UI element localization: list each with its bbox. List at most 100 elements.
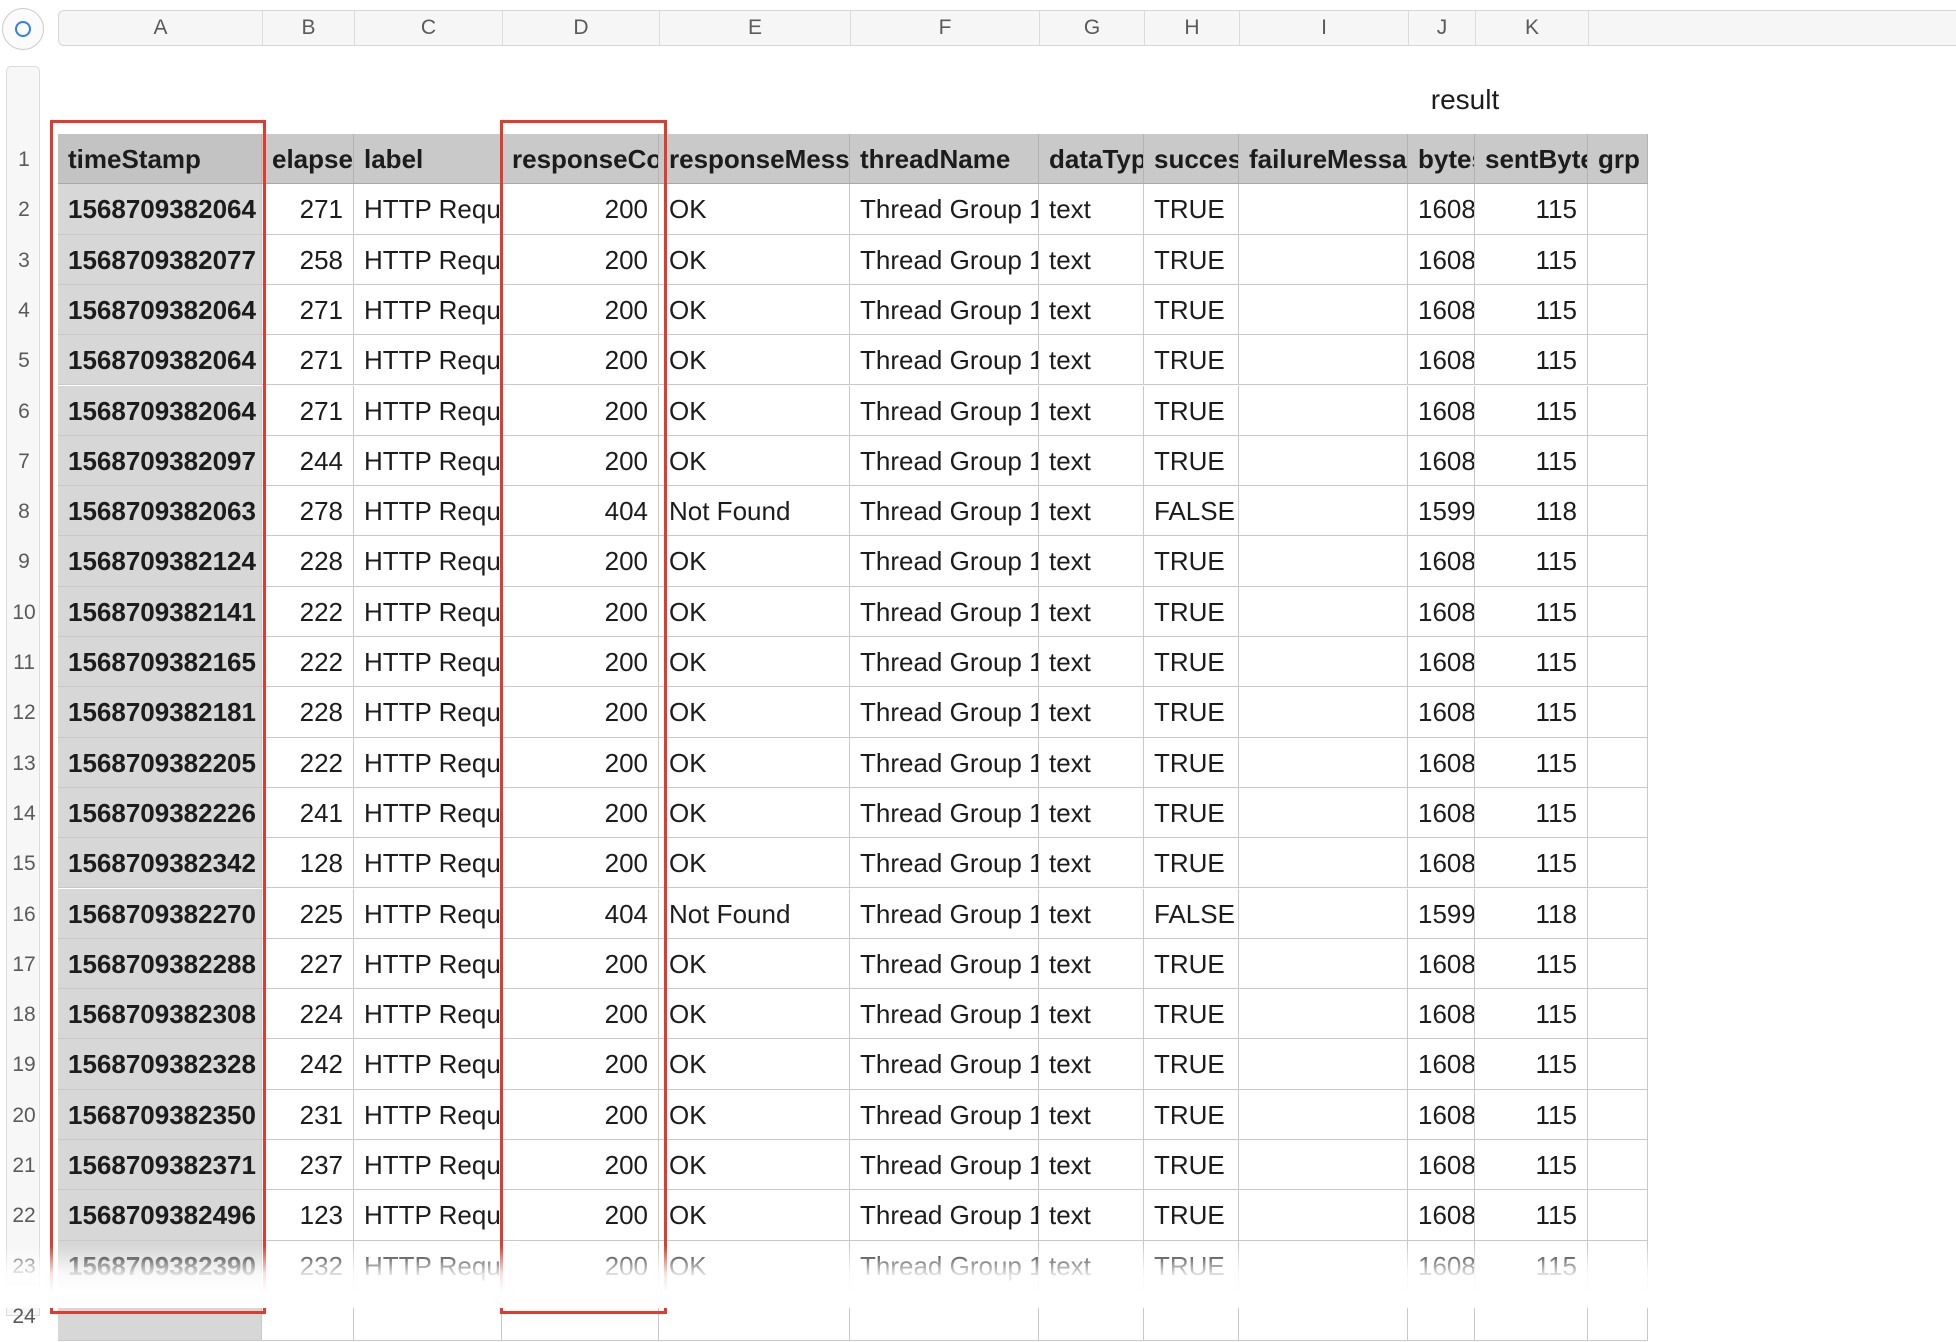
table-cell[interactable] [1588, 1039, 1648, 1090]
table-cell[interactable] [1588, 737, 1648, 788]
table-cell[interactable]: Thread Group 1-9 [850, 536, 1039, 587]
table-cell[interactable]: 1608 [1408, 787, 1475, 839]
table-cell[interactable]: HTTP Request [354, 838, 502, 889]
table-cell[interactable]: 1608 [1408, 536, 1475, 587]
table-cell[interactable]: text [1039, 184, 1144, 235]
table-cell[interactable]: HTTP Request [354, 536, 502, 587]
row-number-5[interactable]: 5 [7, 336, 41, 386]
table-cell[interactable]: HTTP Request [354, 687, 502, 738]
table-cell[interactable] [1588, 586, 1648, 637]
table-cell[interactable]: 1568709382328 [58, 1039, 262, 1090]
table-cell[interactable] [1239, 586, 1408, 637]
table-cell[interactable]: 228 [262, 687, 354, 738]
table-cell[interactable]: 222 [262, 586, 354, 637]
sheet-title[interactable]: result [1180, 80, 1750, 120]
table-cell[interactable]: 115 [1475, 989, 1588, 1040]
table-cell[interactable]: 1568709382350 [58, 1089, 262, 1140]
table-cell[interactable]: text [1039, 1140, 1144, 1191]
header-cell-elapsed[interactable]: elapsed [262, 134, 354, 185]
table-cell[interactable]: 231 [262, 1089, 354, 1140]
table-cell[interactable]: OK [659, 737, 850, 788]
table-cell[interactable] [1588, 486, 1648, 537]
table-cell[interactable]: Thread Group 1-3 [850, 335, 1039, 386]
table-cell[interactable] [1588, 184, 1648, 235]
table-cell[interactable]: 200 [502, 637, 659, 688]
table-cell[interactable]: 200 [502, 838, 659, 889]
row-number-6[interactable]: 6 [7, 387, 41, 437]
table-cell[interactable]: text [1039, 385, 1144, 436]
table-cell[interactable]: Thread Group 1-10 [850, 586, 1039, 637]
table-cell[interactable]: Thread Group 1-1 [850, 385, 1039, 436]
table-cell[interactable]: 200 [502, 536, 659, 587]
table-cell[interactable]: 115 [1475, 234, 1588, 285]
table-cell[interactable]: 1568709382270 [58, 888, 262, 939]
table-cell[interactable] [1588, 335, 1648, 386]
table-cell[interactable]: 1568709382308 [58, 989, 262, 1040]
table-cell[interactable]: 200 [502, 184, 659, 235]
table-cell[interactable] [1588, 1089, 1648, 1140]
table-cell[interactable]: 123 [262, 1190, 354, 1241]
table-cell[interactable]: TRUE [1144, 989, 1239, 1040]
table-cell[interactable]: HTTP Request [354, 989, 502, 1040]
select-all-circle-icon[interactable] [2, 8, 44, 50]
row-number-8[interactable]: 8 [7, 487, 41, 537]
table-cell[interactable]: text [1039, 1190, 1144, 1241]
table-cell[interactable]: text [1039, 637, 1144, 688]
table-cell[interactable]: OK [659, 284, 850, 336]
table-cell[interactable]: 1608 [1408, 838, 1475, 889]
table-cell[interactable]: OK [659, 1190, 850, 1241]
table-cell[interactable]: TRUE [1144, 586, 1239, 637]
table-cell[interactable]: 1608 [1408, 737, 1475, 788]
table-cell[interactable] [1239, 1140, 1408, 1191]
table-cell[interactable]: OK [659, 1039, 850, 1090]
table-cell[interactable]: 115 [1475, 787, 1588, 839]
table-cell[interactable]: TRUE [1144, 637, 1239, 688]
table-cell[interactable] [1239, 687, 1408, 738]
table-cell[interactable]: 1608 [1408, 284, 1475, 336]
row-number-16[interactable]: 16 [7, 890, 41, 940]
table-cell[interactable]: 1568709382288 [58, 938, 262, 990]
table-cell[interactable]: text [1039, 284, 1144, 336]
header-cell-failuremessage[interactable]: failureMessage [1239, 134, 1408, 185]
table-cell[interactable] [1239, 385, 1408, 436]
column-letter-d[interactable]: D [503, 11, 660, 45]
table-cell[interactable]: text [1039, 536, 1144, 587]
table-cell[interactable]: TRUE [1144, 1140, 1239, 1191]
table-cell[interactable]: 1608 [1408, 335, 1475, 386]
table-cell[interactable]: Not Found [659, 486, 850, 537]
table-cell[interactable]: 200 [502, 586, 659, 637]
header-cell-success[interactable]: success [1144, 134, 1239, 185]
table-cell[interactable]: OK [659, 989, 850, 1040]
table-cell[interactable] [1239, 284, 1408, 336]
table-cell[interactable]: 258 [262, 234, 354, 285]
table-cell[interactable]: HTTP Request [354, 1190, 502, 1241]
table-cell[interactable]: FALSE [1144, 486, 1239, 537]
table-cell[interactable]: 1568709382165 [58, 637, 262, 688]
table-cell[interactable]: Thread Group 1-20 [850, 1089, 1039, 1140]
table-cell[interactable]: 224 [262, 989, 354, 1040]
column-letter-h[interactable]: H [1145, 11, 1240, 45]
row-number-12[interactable]: 12 [7, 688, 41, 738]
table-cell[interactable]: FALSE [1144, 888, 1239, 939]
table-cell[interactable]: 1608 [1408, 385, 1475, 436]
table-cell[interactable]: 244 [262, 435, 354, 487]
table-cell[interactable]: OK [659, 687, 850, 738]
table-cell[interactable]: HTTP Request [354, 888, 502, 939]
table-cell[interactable]: OK [659, 938, 850, 990]
table-cell[interactable]: 271 [262, 385, 354, 436]
table-cell[interactable]: 115 [1475, 1089, 1588, 1140]
table-cell[interactable]: OK [659, 335, 850, 386]
table-cell[interactable] [1588, 838, 1648, 889]
table-cell[interactable]: 1568709382064 [58, 284, 262, 336]
table-cell[interactable]: 115 [1475, 938, 1588, 990]
column-letter-e[interactable]: E [660, 11, 851, 45]
table-cell[interactable]: TRUE [1144, 1190, 1239, 1241]
table-cell[interactable] [1588, 284, 1648, 336]
row-number-7[interactable]: 7 [7, 437, 41, 487]
table-cell[interactable]: 115 [1475, 335, 1588, 386]
table-cell[interactable]: HTTP Request [354, 586, 502, 637]
table-cell[interactable]: Thread Group 1-13 [850, 737, 1039, 788]
table-cell[interactable]: OK [659, 1140, 850, 1191]
table-cell[interactable]: TRUE [1144, 787, 1239, 839]
table-cell[interactable] [1239, 888, 1408, 939]
